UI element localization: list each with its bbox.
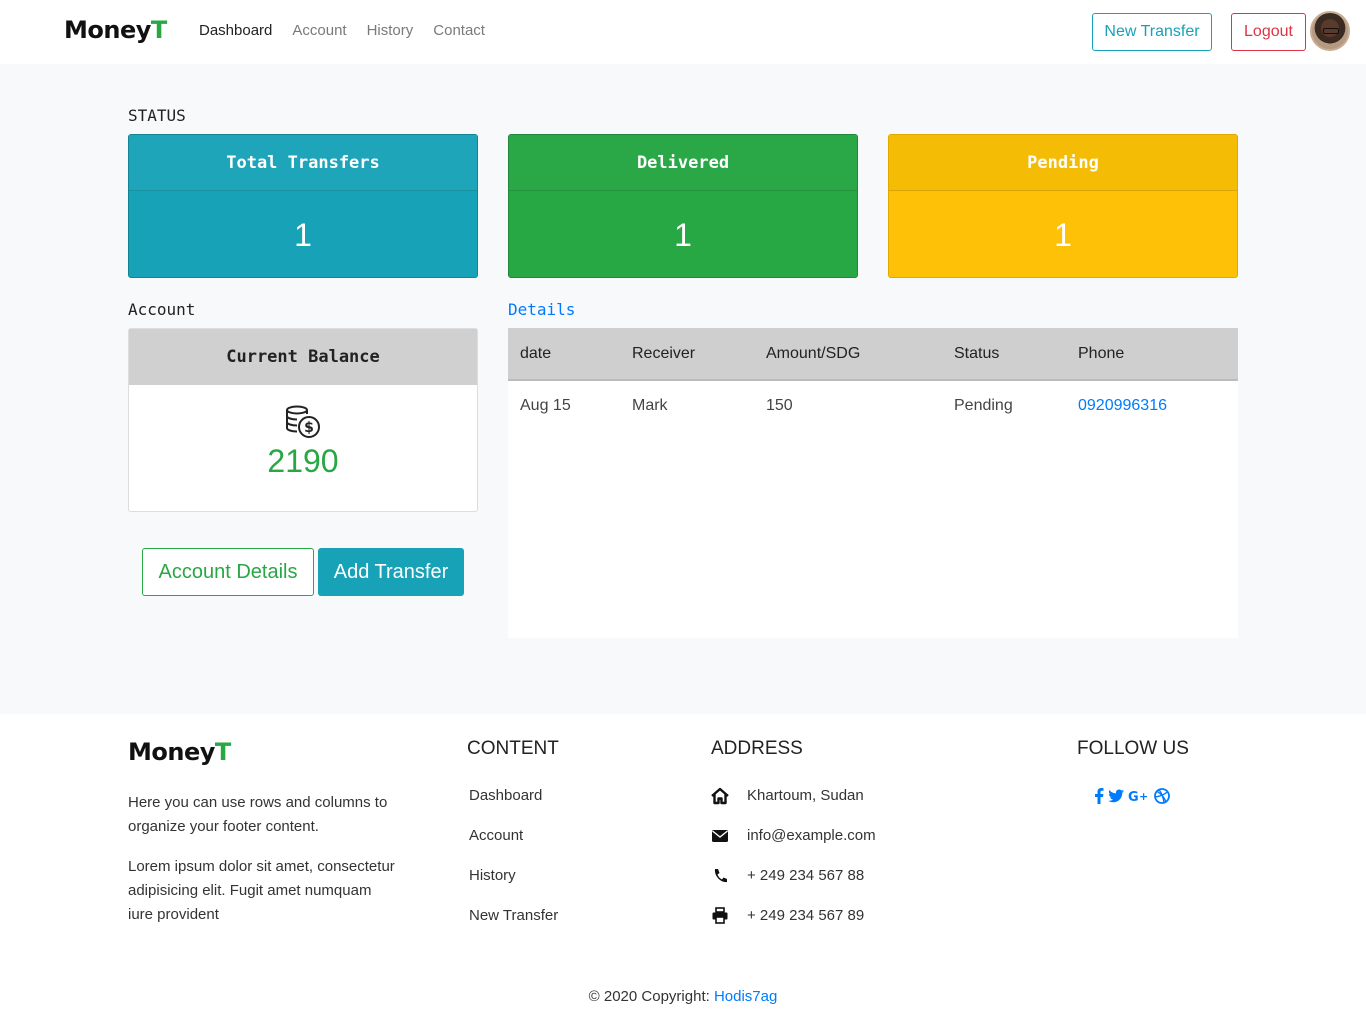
logout-button[interactable]: Logout — [1231, 13, 1306, 51]
footer-link-new-transfer[interactable]: New Transfer — [469, 907, 558, 947]
nav-history[interactable]: History — [367, 22, 414, 39]
content-title: CONTENT — [467, 738, 559, 759]
avatar[interactable] — [1310, 11, 1350, 51]
print-icon — [712, 907, 728, 924]
copyright-link[interactable]: Hodis7ag — [714, 988, 777, 1005]
delivered-card: Delivered 1 — [508, 134, 858, 278]
nav-contact[interactable]: Contact — [433, 22, 485, 39]
status-heading: STATUS — [128, 106, 186, 125]
transfers-table: date Receiver Amount/SDG Status Phone Au… — [508, 328, 1238, 638]
coins-dollar-icon: $ — [286, 405, 320, 438]
address-text: Khartoum, Sudan — [747, 787, 864, 804]
address-list: Khartoum, Sudan info@example.com + 249 2… — [711, 787, 876, 947]
nav-dashboard[interactable]: Dashboard — [199, 22, 272, 39]
dribbble-icon[interactable] — [1154, 788, 1170, 804]
balance-title: Current Balance — [129, 329, 477, 385]
card-value: 1 — [294, 216, 312, 253]
details-heading: Details — [508, 300, 576, 319]
google-plus-icon[interactable]: G + — [1128, 788, 1150, 804]
copyright: © 2020 Copyright: Hodis7ag — [0, 988, 1366, 1005]
copyright-text: © 2020 Copyright: — [588, 988, 710, 1005]
card-title: Total Transfers — [129, 135, 477, 191]
phone-text: + 249 234 567 88 — [747, 867, 865, 884]
balance-amount: 2190 — [267, 443, 339, 479]
envelope-icon — [712, 830, 728, 842]
account-heading: Account — [128, 300, 196, 319]
col-status: Status — [954, 344, 1000, 362]
nav-account[interactable]: Account — [292, 22, 346, 39]
footer-link-account[interactable]: Account — [469, 827, 558, 867]
card-value: 1 — [1054, 216, 1072, 253]
phone-link[interactable]: 0920996316 — [1078, 397, 1167, 414]
svg-text:G: G — [1128, 790, 1139, 804]
cell-status: Pending — [954, 396, 1013, 414]
add-transfer-button[interactable]: Add Transfer — [318, 548, 464, 596]
facebook-icon[interactable] — [1094, 788, 1104, 804]
footer-link-dashboard[interactable]: Dashboard — [469, 787, 558, 827]
fax-text: + 249 234 567 89 — [747, 907, 865, 924]
address-title: ADDRESS — [711, 738, 803, 759]
account-details-button[interactable]: Account Details — [142, 548, 314, 596]
email-text: info@example.com — [747, 827, 876, 844]
table-row: Aug 15 Mark 150 Pending 0920996316 — [508, 380, 1238, 430]
home-icon — [711, 787, 729, 805]
cell-amount: 150 — [766, 396, 793, 414]
col-phone: Phone — [1078, 344, 1125, 362]
card-value: 1 — [674, 216, 692, 253]
col-receiver: Receiver — [632, 344, 696, 362]
table-header-row: date Receiver Amount/SDG Status Phone — [508, 328, 1238, 380]
card-title: Delivered — [509, 135, 857, 191]
follow-title: FOLLOW US — [1077, 738, 1189, 759]
footer-links: Dashboard Account History New Transfer — [469, 787, 558, 947]
footer-brand-logo[interactable]: MoneyT — [128, 738, 231, 766]
col-amount: Amount/SDG — [766, 344, 861, 362]
footer-link-history[interactable]: History — [469, 867, 558, 907]
balance-card: Current Balance $ 2190 — [128, 328, 478, 512]
navbar: MoneyT Dashboard Account History Contact… — [0, 0, 1366, 64]
main-nav: Dashboard Account History Contact — [199, 22, 485, 39]
social-links: G + — [1094, 788, 1170, 804]
cell-receiver: Mark — [632, 396, 668, 414]
brand-logo[interactable]: MoneyT — [64, 16, 167, 44]
col-date: date — [520, 344, 552, 362]
pending-card: Pending 1 — [888, 134, 1238, 278]
new-transfer-button[interactable]: New Transfer — [1092, 13, 1212, 51]
twitter-icon[interactable] — [1108, 788, 1124, 804]
total-transfers-card: Total Transfers 1 — [128, 134, 478, 278]
cell-date: Aug 15 — [520, 396, 571, 414]
cell-phone: 0920996316 — [1066, 380, 1238, 430]
footer-text-2: Lorem ipsum dolor sit amet, consectetur … — [128, 858, 395, 923]
svg-text:+: + — [1139, 790, 1148, 803]
card-title: Pending — [889, 135, 1237, 191]
footer-text-1: Here you can use rows and columns to org… — [128, 794, 388, 835]
phone-icon — [714, 869, 727, 883]
footer: MoneyT Here you can use rows and columns… — [0, 714, 1366, 1026]
svg-text:$: $ — [304, 420, 314, 436]
